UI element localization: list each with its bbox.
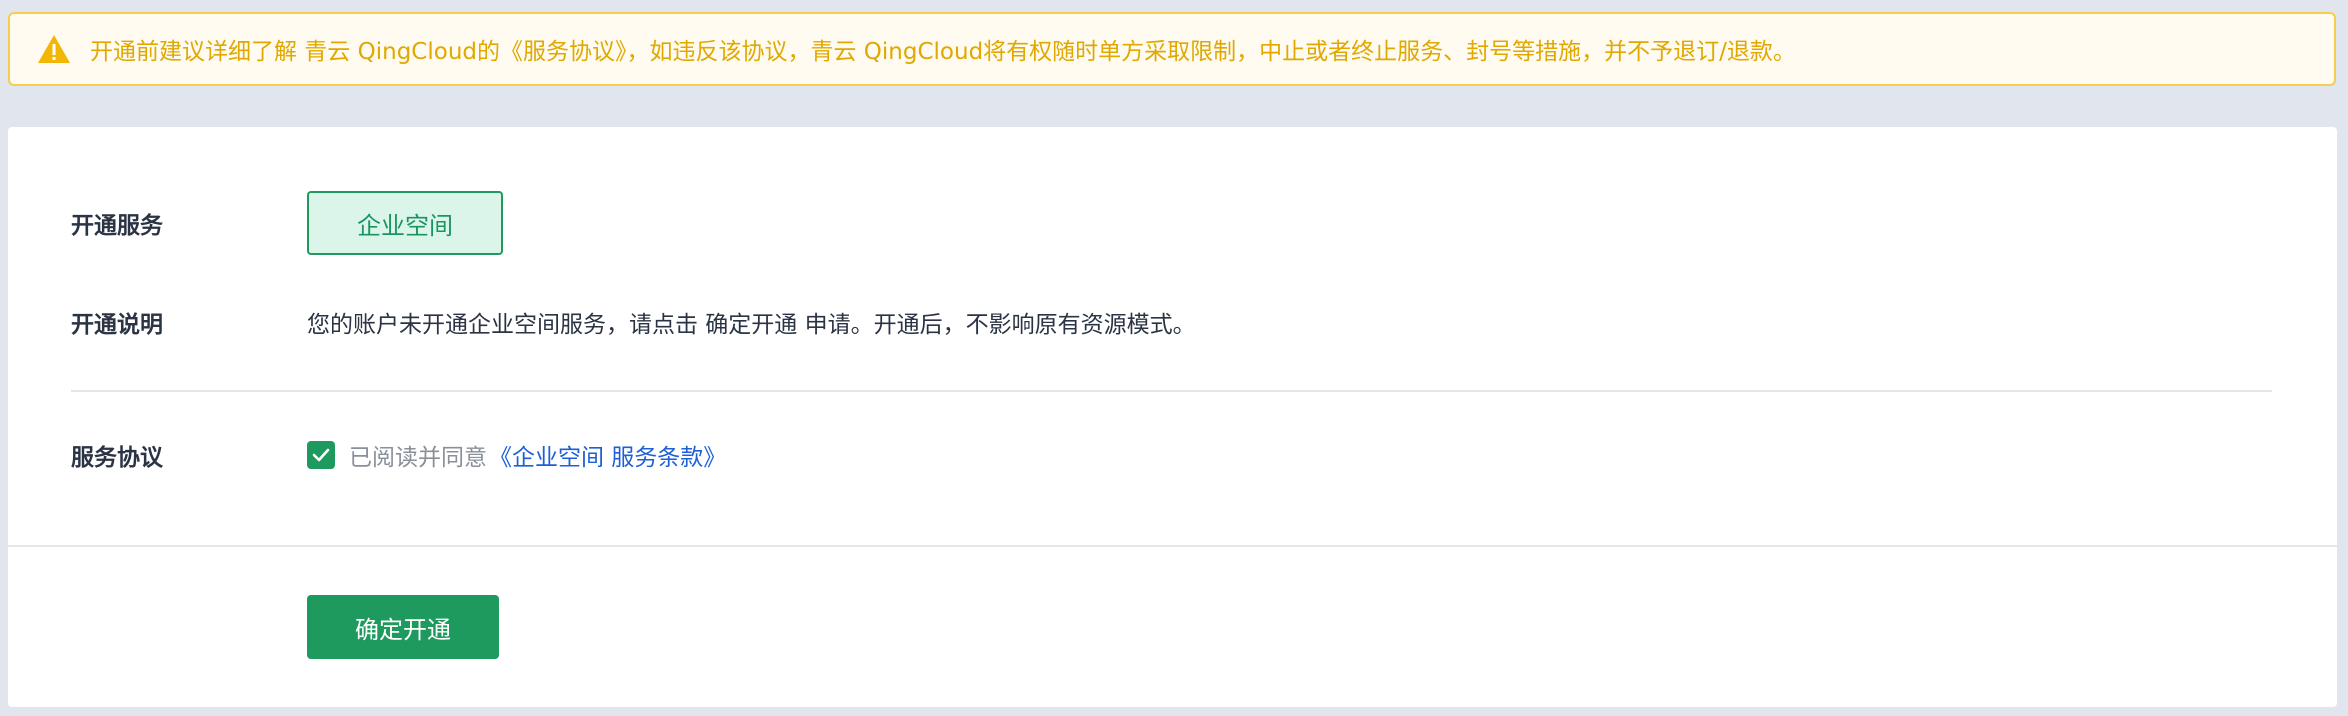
description-label: 开通说明	[71, 312, 163, 338]
service-label: 开通服务	[71, 213, 163, 239]
description-row: 开通说明 您的账户未开通企业空间服务，请点击 确定开通 申请。开通后，不影响原有…	[71, 302, 1196, 342]
footer-divider	[8, 545, 2337, 547]
check-icon	[312, 448, 330, 462]
warning-banner: 开通前建议详细了解 青云 QingCloud的《服务协议》，如违反该协议，青云 …	[8, 12, 2336, 86]
agreement-label: 服务协议	[71, 445, 163, 471]
warning-icon	[36, 33, 72, 65]
agreement-row: 服务协议 已阅读并同意 《企业空间 服务条款》	[71, 435, 726, 475]
terms-link[interactable]: 《企业空间 服务条款》	[489, 438, 726, 472]
activation-form-card: 开通服务 企业空间 开通说明 您的账户未开通企业空间服务，请点击 确定开通 申请…	[8, 127, 2337, 707]
agreement-checkbox[interactable]	[307, 441, 335, 469]
confirm-activation-button[interactable]: 确定开通	[307, 595, 499, 659]
agreement-text: 已阅读并同意	[349, 445, 487, 471]
enterprise-space-option[interactable]: 企业空间	[307, 191, 503, 255]
section-divider	[71, 390, 2272, 392]
warning-text: 开通前建议详细了解 青云 QingCloud的《服务协议》，如违反该协议，青云 …	[90, 39, 1796, 65]
service-row: 开通服务 企业空间	[71, 191, 503, 255]
description-text: 您的账户未开通企业空间服务，请点击 确定开通 申请。开通后，不影响原有资源模式。	[307, 312, 1196, 338]
